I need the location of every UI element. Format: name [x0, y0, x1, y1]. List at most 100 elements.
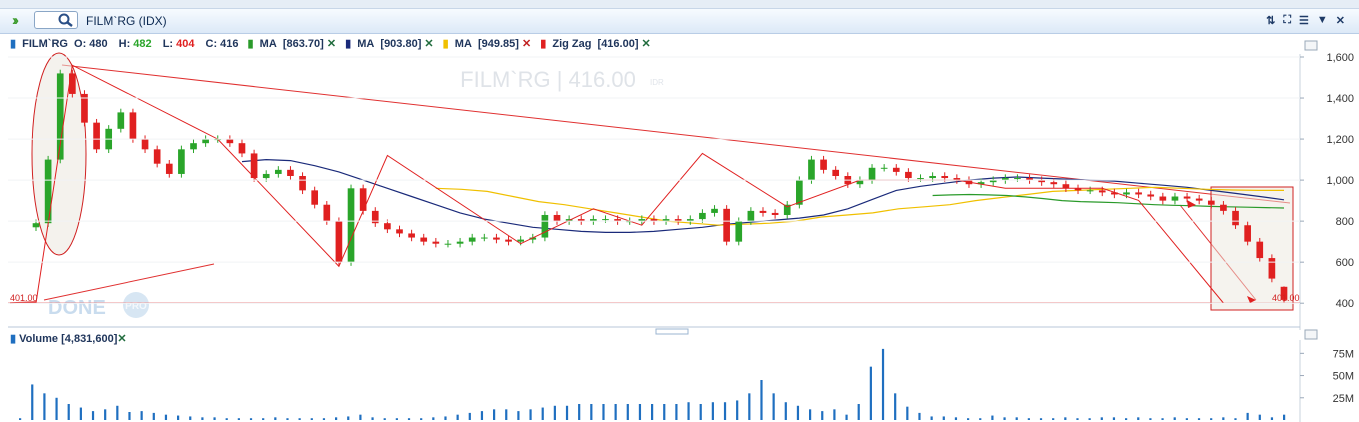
volume-bar	[1197, 418, 1201, 420]
candle	[480, 237, 488, 239]
volume-bar	[432, 417, 435, 420]
volume-bar	[1052, 418, 1055, 420]
candle	[347, 188, 355, 263]
volume-bar	[456, 414, 459, 420]
pane-maximize-icon[interactable]	[1304, 40, 1318, 51]
volume-bar	[1210, 418, 1213, 420]
volume-bar	[201, 417, 204, 420]
volume-bar	[395, 418, 398, 420]
candle	[396, 229, 403, 234]
volume-bar	[529, 409, 532, 420]
volume-bar	[748, 393, 751, 420]
candle	[468, 237, 476, 242]
pane-resize-handle[interactable]	[655, 328, 689, 335]
volume-bar	[322, 418, 326, 420]
volume-bar	[262, 418, 265, 420]
volume-bar	[687, 402, 690, 420]
volume-bar	[104, 409, 107, 420]
candle	[287, 169, 294, 176]
candle	[93, 122, 100, 150]
volume-bar	[772, 393, 775, 420]
volume-bar	[91, 411, 95, 420]
candle	[432, 241, 440, 244]
candle	[311, 190, 319, 205]
candle	[1098, 190, 1106, 193]
volume-bar	[31, 384, 34, 420]
volume-bar	[809, 409, 812, 420]
arrowhead-icon	[1187, 200, 1196, 208]
candle	[226, 139, 234, 144]
candle	[190, 143, 197, 150]
candle	[178, 149, 185, 174]
candle	[880, 167, 888, 169]
volume-bar	[736, 400, 739, 420]
candle	[929, 175, 936, 179]
volume-bar	[152, 412, 155, 420]
volume-tick-label: 75M	[1333, 348, 1354, 360]
candle	[1062, 184, 1070, 189]
candle	[771, 212, 779, 215]
candle	[1268, 258, 1276, 279]
volume-bar	[1076, 418, 1079, 420]
candle	[747, 210, 755, 222]
volume-bar	[1270, 417, 1274, 420]
candle	[69, 73, 76, 94]
candle	[1207, 200, 1215, 205]
price-chart[interactable]: FILM`RG | 416.00 IDR DONE PRO 1,6001,400…	[0, 0, 1359, 422]
candle	[553, 214, 561, 222]
candle	[323, 204, 331, 222]
volume-bar	[1015, 417, 1018, 420]
volume-bar	[1100, 417, 1103, 420]
volume-bar	[1246, 412, 1249, 420]
candle	[456, 241, 464, 244]
volume-bar	[371, 417, 374, 420]
volume-bar	[213, 417, 216, 420]
y-tick-label: 1,200	[1326, 134, 1354, 146]
candle	[141, 139, 149, 150]
volume-bar	[979, 418, 982, 420]
volume-bar	[1258, 414, 1261, 420]
candle	[1050, 182, 1058, 185]
volume-bar	[383, 418, 386, 420]
candle	[699, 212, 706, 220]
volume-bar	[249, 418, 253, 420]
candle	[917, 178, 924, 180]
volume-bar	[1283, 414, 1286, 420]
candle	[44, 159, 52, 224]
volume-bar	[1234, 418, 1237, 420]
volume-bar	[67, 404, 70, 420]
volume-bar	[991, 415, 994, 420]
watermark-text: FILM`RG | 416.00	[460, 67, 636, 92]
trendline-drawings[interactable]	[8, 64, 1300, 304]
candle	[299, 175, 306, 191]
candle	[735, 221, 743, 242]
volume-pane-maximize-icon[interactable]	[1304, 329, 1318, 340]
volume-bar	[954, 417, 958, 420]
y-tick-label: 800	[1336, 216, 1354, 228]
volume-bar	[1137, 417, 1140, 420]
candle	[905, 171, 912, 179]
candle	[1147, 194, 1155, 197]
volume-bar	[140, 411, 143, 420]
volume-bar	[310, 418, 313, 420]
volume-bar	[918, 412, 921, 420]
volume-bar	[784, 402, 787, 420]
candle	[868, 167, 876, 181]
candle	[1123, 192, 1130, 195]
candle	[1183, 196, 1191, 199]
y-tick-label: 1,600	[1326, 52, 1354, 64]
candle	[1256, 241, 1264, 259]
candle	[493, 237, 500, 240]
candle	[941, 175, 949, 179]
volume-bar	[116, 405, 119, 420]
volume-bar	[1003, 417, 1006, 420]
candle	[820, 159, 827, 170]
volume-bar	[164, 414, 168, 420]
volume-bar	[760, 380, 763, 420]
volume-bar	[869, 366, 872, 420]
volume-bar	[517, 411, 520, 420]
volume-bar	[942, 416, 945, 420]
volume-bar	[286, 418, 289, 420]
volume-bar	[565, 405, 569, 420]
volume-bar	[1112, 417, 1116, 420]
